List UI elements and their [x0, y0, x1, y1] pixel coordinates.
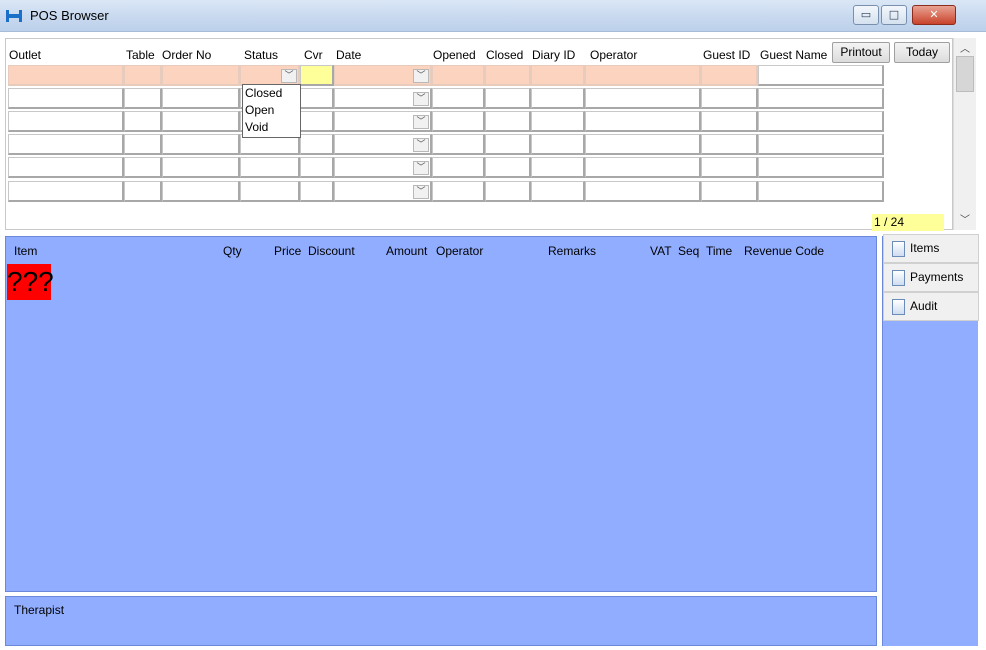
- window-title: POS Browser: [30, 8, 109, 23]
- maximize-button[interactable]: □: [881, 5, 907, 25]
- status-option-closed[interactable]: Closed: [245, 85, 300, 102]
- today-button[interactable]: Today: [894, 42, 950, 63]
- table-row[interactable]: ﹀: [8, 88, 884, 109]
- filter-order-no[interactable]: [162, 65, 240, 86]
- header-seq: Seq: [678, 244, 700, 258]
- filter-date[interactable]: ﹀: [334, 65, 432, 86]
- filter-row: ﹀ ﹀: [8, 65, 884, 86]
- header-guest-id: Guest ID: [703, 48, 751, 62]
- chevron-down-icon[interactable]: ﹀: [413, 115, 429, 129]
- side-tab-panel: Items Payments Audit: [882, 234, 979, 646]
- filter-outlet[interactable]: [8, 65, 124, 86]
- header-discount: Discount: [308, 244, 355, 258]
- filter-opened[interactable]: [432, 65, 485, 86]
- header-table: Table: [126, 48, 155, 62]
- scroll-down-icon[interactable]: ﹀: [957, 211, 973, 226]
- header-time: Time: [706, 244, 733, 258]
- scroll-up-icon[interactable]: ︿: [957, 40, 973, 55]
- chevron-down-icon[interactable]: ﹀: [413, 138, 429, 152]
- search-icon: [892, 241, 905, 257]
- table-row[interactable]: ﹀: [8, 134, 884, 155]
- document-icon: [892, 299, 905, 315]
- title-bar: POS Browser ▭ □ ✕: [0, 0, 986, 32]
- missing-item-marker: ???: [7, 264, 54, 300]
- header-date: Date: [336, 48, 362, 62]
- status-dropdown-arrow-icon[interactable]: ﹀: [281, 69, 297, 83]
- header-amount: Amount: [386, 244, 428, 258]
- filter-guest-id[interactable]: [701, 65, 758, 86]
- grid-scrollbar[interactable]: ︿ ﹀: [953, 38, 976, 230]
- header-price: Price: [274, 244, 302, 258]
- filter-diary-id[interactable]: [531, 65, 585, 86]
- tab-audit-label: Audit: [910, 299, 938, 313]
- table-row[interactable]: ﹀: [8, 157, 884, 178]
- header-outlet: Outlet: [9, 48, 42, 62]
- filter-cvr[interactable]: [300, 65, 334, 86]
- table-row[interactable]: ﹀: [8, 111, 884, 132]
- close-button[interactable]: ✕: [912, 5, 956, 25]
- filter-operator[interactable]: [585, 65, 701, 86]
- header-cvr: Cvr: [304, 48, 323, 62]
- header-remarks: Remarks: [548, 244, 597, 258]
- header-vat: VAT: [650, 244, 672, 258]
- header-order-no: Order No: [162, 48, 212, 62]
- tab-items[interactable]: Items: [883, 234, 979, 263]
- tab-items-label: Items: [910, 241, 940, 255]
- status-option-open[interactable]: Open: [245, 102, 300, 119]
- tab-audit[interactable]: Audit: [883, 292, 979, 321]
- minimize-button[interactable]: ▭: [853, 5, 879, 25]
- therapist-panel: Therapist: [5, 596, 877, 646]
- header-revenue-code: Revenue Code: [744, 244, 825, 258]
- tab-payments[interactable]: Payments: [883, 263, 979, 292]
- document-icon: [892, 270, 905, 286]
- status-option-void[interactable]: Void: [245, 119, 300, 136]
- page-indicator: 1 / 24: [872, 214, 944, 231]
- therapist-label: Therapist: [14, 603, 65, 617]
- header-operator: Operator: [436, 244, 484, 258]
- filter-closed[interactable]: [485, 65, 531, 86]
- chevron-down-icon[interactable]: ﹀: [413, 185, 429, 199]
- tab-payments-label: Payments: [910, 270, 964, 284]
- header-operator: Operator: [590, 48, 638, 62]
- header-qty: Qty: [223, 244, 242, 258]
- filter-guest-name[interactable]: [758, 65, 884, 86]
- chevron-down-icon[interactable]: ﹀: [413, 161, 429, 175]
- printout-button[interactable]: Printout: [832, 42, 890, 63]
- header-guest-name: Guest Name: [760, 48, 828, 62]
- items-detail-panel: Item Qty Price Discount Amount Operator …: [5, 236, 877, 592]
- header-item: Item: [14, 244, 38, 258]
- header-diary-id: Diary ID: [532, 48, 576, 62]
- date-dropdown-arrow-icon[interactable]: ﹀: [413, 69, 429, 83]
- app-icon: [6, 10, 22, 22]
- header-closed: Closed: [486, 48, 524, 62]
- status-dropdown-list: Closed Open Void: [242, 84, 301, 138]
- table-row[interactable]: ﹀: [8, 181, 884, 202]
- header-status: Status: [244, 48, 279, 62]
- scroll-thumb[interactable]: [956, 56, 974, 92]
- filter-table[interactable]: [124, 65, 162, 86]
- chevron-down-icon[interactable]: ﹀: [413, 92, 429, 106]
- filter-status[interactable]: ﹀: [240, 65, 300, 86]
- header-opened: Opened: [433, 48, 476, 62]
- order-grid: Outlet Table Order No Status Cvr Date Op…: [5, 38, 953, 231]
